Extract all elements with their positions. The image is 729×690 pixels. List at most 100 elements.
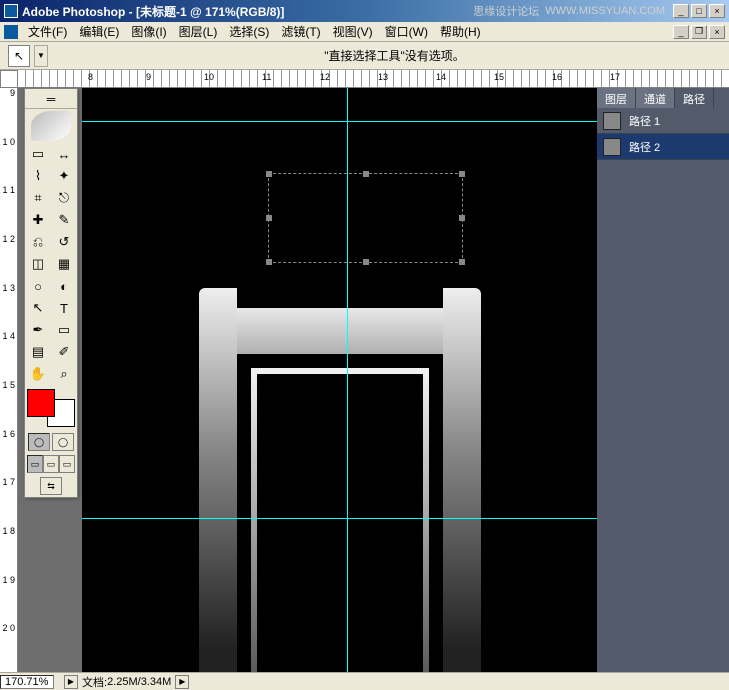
toolbox: ═ ▭ ↔ ⌇ ✦ ⌗ ⎋ ✚ ✎ ⎌ ↺ ◫ ▦ ○ ◐ ↖ T ✒ ▭ ▤ … xyxy=(24,88,78,498)
transform-handle[interactable] xyxy=(363,171,369,177)
doc-minimize-button[interactable]: _ xyxy=(673,25,689,39)
ruler-tick: 1 5 xyxy=(0,380,17,429)
ruler-tick: 9 xyxy=(146,72,151,82)
guide-horizontal[interactable] xyxy=(82,121,597,122)
type-tool[interactable]: T xyxy=(51,297,77,319)
ruler-tick: 1 4 xyxy=(0,331,17,380)
panel-tabs: 图层 通道 路径 xyxy=(597,88,729,108)
screen-standard-button[interactable]: ▭ xyxy=(27,455,43,473)
standard-mode-button[interactable]: ◯ xyxy=(28,433,50,451)
ruler-tick: 8 xyxy=(88,72,93,82)
tab-layers[interactable]: 图层 xyxy=(597,88,636,108)
shape-tool[interactable]: ▭ xyxy=(51,319,77,341)
menu-file[interactable]: 文件(F) xyxy=(22,21,73,42)
pen-tool[interactable]: ✒ xyxy=(25,319,51,341)
menu-edit[interactable]: 编辑(E) xyxy=(73,21,125,42)
ruler-horizontal[interactable]: 8 9 10 11 12 13 14 15 16 17 xyxy=(18,70,729,88)
watermark-text: 思缘设计论坛 xyxy=(473,3,539,19)
stamp-tool[interactable]: ⎌ xyxy=(25,231,51,253)
gradient-tool[interactable]: ▦ xyxy=(51,253,77,275)
eyedropper-tool[interactable]: ✐ xyxy=(51,341,77,363)
doc-size-label: 文档: xyxy=(82,674,107,690)
menu-select[interactable]: 选择(S) xyxy=(223,21,275,42)
status-menu-button[interactable]: ▶ xyxy=(64,675,78,689)
doc-size-value: 2.25M/3.34M xyxy=(107,676,171,688)
lasso-tool[interactable]: ⌇ xyxy=(25,165,51,187)
ruler-tick: 1 1 xyxy=(0,185,17,234)
transform-handle[interactable] xyxy=(266,259,272,265)
quickmask-mode-button[interactable]: ◯ xyxy=(52,433,74,451)
ruler-tick: 13 xyxy=(378,72,388,82)
path-select-tool[interactable]: ↖ xyxy=(25,297,51,319)
ruler-tick: 1 3 xyxy=(0,283,17,332)
transform-handle[interactable] xyxy=(266,215,272,221)
menu-layer[interactable]: 图层(L) xyxy=(173,21,224,42)
transform-handle[interactable] xyxy=(459,259,465,265)
zoom-field[interactable]: 170.71% xyxy=(0,675,54,689)
ruler-tick: 14 xyxy=(436,72,446,82)
current-tool-icon[interactable]: ↖ xyxy=(8,45,30,67)
tab-paths[interactable]: 路径 xyxy=(675,88,714,108)
zoom-tool[interactable]: ⌕ xyxy=(51,363,77,385)
transform-bounding-box[interactable] xyxy=(268,173,463,263)
path-thumb-icon xyxy=(603,138,621,156)
transform-handle[interactable] xyxy=(459,171,465,177)
ruler-tick: 15 xyxy=(494,72,504,82)
tab-channels[interactable]: 通道 xyxy=(636,88,675,108)
path-item[interactable]: 路径 2 xyxy=(597,134,729,160)
options-bar: ↖ ▼ "直接选择工具"没有选项。 xyxy=(0,42,729,70)
eraser-tool[interactable]: ◫ xyxy=(25,253,51,275)
ruler-tick: 1 7 xyxy=(0,477,17,526)
screen-full-menu-button[interactable]: ▭ xyxy=(43,455,59,473)
transform-handle[interactable] xyxy=(459,215,465,221)
ruler-vertical[interactable]: 9 1 0 1 1 1 2 1 3 1 4 1 5 1 6 1 7 1 8 1 … xyxy=(0,88,18,672)
guide-horizontal[interactable] xyxy=(82,518,597,519)
menu-image[interactable]: 图像(I) xyxy=(125,21,172,42)
path-label: 路径 2 xyxy=(629,139,660,155)
toolbox-grip[interactable]: ═ xyxy=(25,89,77,109)
menu-window[interactable]: 窗口(W) xyxy=(379,21,434,42)
crop-tool[interactable]: ⌗ xyxy=(25,187,51,209)
screen-full-button[interactable]: ▭ xyxy=(59,455,75,473)
ruler-tick: 1 2 xyxy=(0,234,17,283)
doc-restore-button[interactable]: ❐ xyxy=(691,25,707,39)
dodge-tool[interactable]: ◐ xyxy=(51,275,77,297)
ruler-tick: 11 xyxy=(262,72,271,82)
panels: 图层 通道 路径 路径 1 路径 2 xyxy=(597,88,729,672)
menu-filter[interactable]: 滤镜(T) xyxy=(275,21,326,42)
foreground-color[interactable] xyxy=(27,389,55,417)
doc-close-button[interactable]: × xyxy=(709,25,725,39)
canvas-area[interactable] xyxy=(18,88,597,672)
transform-handle[interactable] xyxy=(363,259,369,265)
ruler-tick: 10 xyxy=(204,72,214,82)
ruler-tick: 17 xyxy=(610,72,620,82)
notes-tool[interactable]: ▤ xyxy=(25,341,51,363)
blur-tool[interactable]: ○ xyxy=(25,275,51,297)
minimize-button[interactable]: _ xyxy=(673,4,689,18)
artwork-shape xyxy=(199,288,481,672)
heal-tool[interactable]: ✚ xyxy=(25,209,51,231)
tool-preset-dropdown[interactable]: ▼ xyxy=(34,45,48,67)
maximize-button[interactable]: □ xyxy=(691,4,707,18)
menubar: 文件(F) 编辑(E) 图像(I) 图层(L) 选择(S) 滤镜(T) 视图(V… xyxy=(0,22,729,42)
transform-handle[interactable] xyxy=(266,171,272,177)
history-brush-tool[interactable]: ↺ xyxy=(51,231,77,253)
menu-help[interactable]: 帮助(H) xyxy=(434,21,487,42)
color-swatch xyxy=(27,389,75,427)
hand-tool[interactable]: ✋ xyxy=(25,363,51,385)
ruler-tick: 1 9 xyxy=(0,575,17,624)
watermark-url: WWW.MISSYUAN.COM xyxy=(545,5,665,17)
ruler-tick: 9 xyxy=(0,88,17,137)
path-thumb-icon xyxy=(603,112,621,130)
menu-view[interactable]: 视图(V) xyxy=(327,21,379,42)
ruler-origin[interactable] xyxy=(0,70,18,88)
status-arrow-button[interactable]: ▶ xyxy=(175,675,189,689)
close-button[interactable]: × xyxy=(709,4,725,18)
brush-tool[interactable]: ✎ xyxy=(51,209,77,231)
marquee-tool[interactable]: ▭ xyxy=(25,143,51,165)
wand-tool[interactable]: ✦ xyxy=(51,165,77,187)
move-tool[interactable]: ↔ xyxy=(51,143,77,165)
slice-tool[interactable]: ⎋ xyxy=(51,187,77,209)
jump-to-imageready-button[interactable]: ⇆ xyxy=(40,477,62,495)
path-item[interactable]: 路径 1 xyxy=(597,108,729,134)
